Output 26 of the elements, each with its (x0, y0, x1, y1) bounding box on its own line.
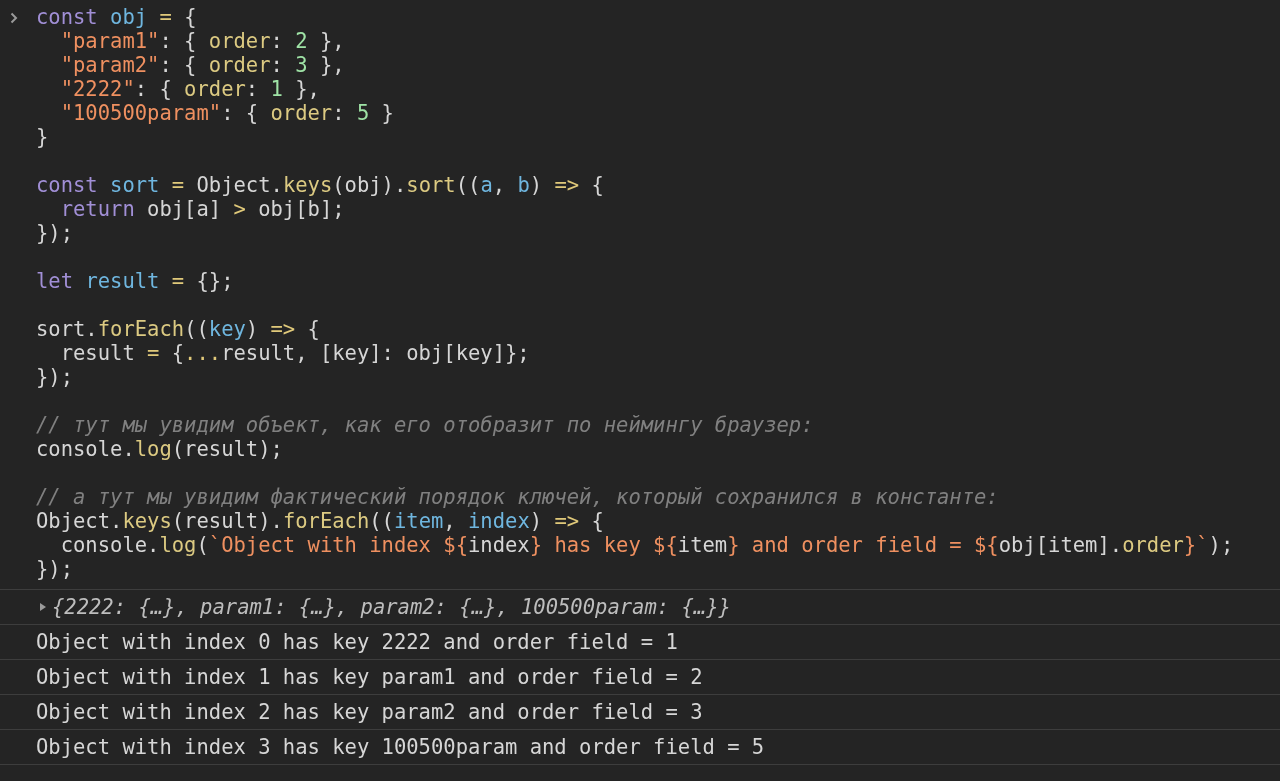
code-line: let result = {}; (36, 269, 235, 293)
code-line: return obj[a] > obj[b]; (59, 197, 346, 221)
code-line: result = {...result, [key]: obj[key]}; (59, 341, 531, 365)
code-line: "param2": { order: 3 }, (59, 53, 346, 77)
code-line: sort.forEach((key) => { (36, 317, 321, 341)
expand-triangle-icon[interactable] (38, 602, 48, 612)
code-line: } (36, 125, 50, 149)
log-message: Object with index 2 has key param2 and order field = 3 (36, 700, 703, 724)
log-message: Object with index 1 has key param1 and order field = 2 (36, 665, 703, 689)
code-line: const sort = Object.keys(obj).sort((a, b) => { (36, 173, 605, 197)
code-line: "param1": { order: 2 }, (59, 29, 346, 53)
log-message: Object with index 3 has key 100500param and order field = 5 (36, 735, 765, 759)
code-line: // тут мы увидим объект, как его отобразит по неймингу браузер: (36, 413, 815, 437)
code-line: }); (36, 365, 75, 389)
code-line: Object.keys(result).forEach((item, index) => { (36, 509, 605, 533)
code-line: console.log(result); (36, 437, 284, 461)
code-line: "100500param": { order: 5 } (59, 101, 395, 125)
code-line: }); (36, 557, 75, 581)
code-line: // а тут мы увидим фактический порядок ключей, который сохранился в константе: (36, 485, 1000, 509)
log-message: Object with index 0 has key 2222 and order field = 1 (36, 630, 678, 654)
code-line: }); (36, 221, 75, 245)
code-line: console.log(`Object with index ${index} has key ${item} and order field = ${obj[item].order}`); (59, 533, 1234, 557)
logged-object[interactable]: {2222: {…}, param1: {…}, param2: {…}, 100500param: {…}} (52, 595, 731, 619)
console-prompt-icon (10, 12, 18, 24)
code-line: "2222": { order: 1 }, (59, 77, 321, 101)
code-line: const obj = { (36, 5, 198, 29)
